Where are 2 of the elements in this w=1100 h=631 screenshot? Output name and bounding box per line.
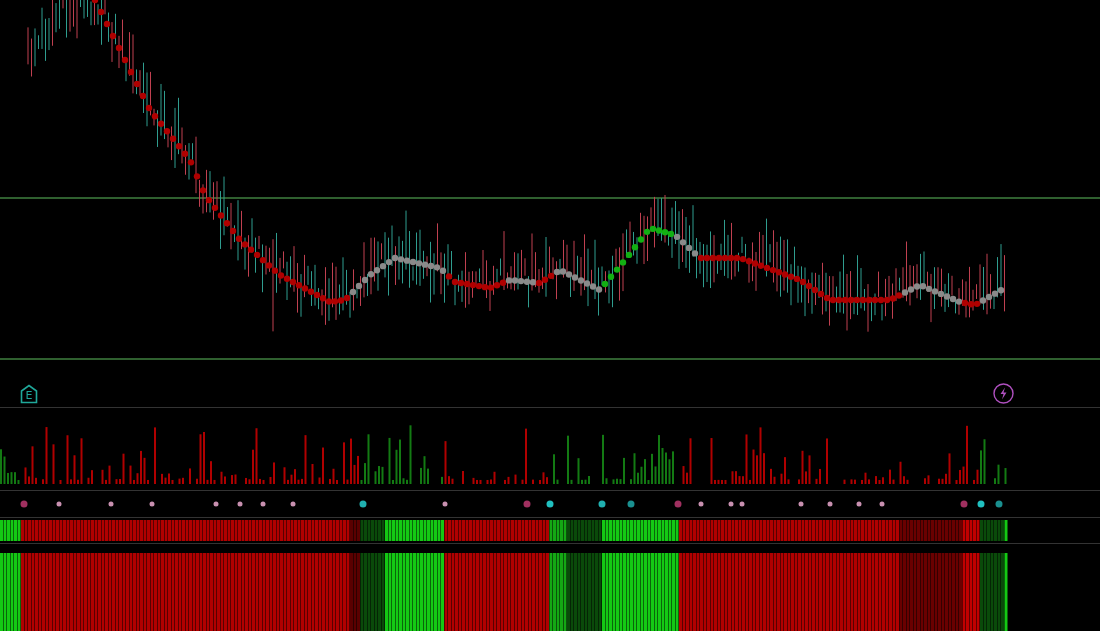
- lightning-icon[interactable]: [993, 383, 1014, 404]
- earnings-badge[interactable]: E: [20, 383, 38, 404]
